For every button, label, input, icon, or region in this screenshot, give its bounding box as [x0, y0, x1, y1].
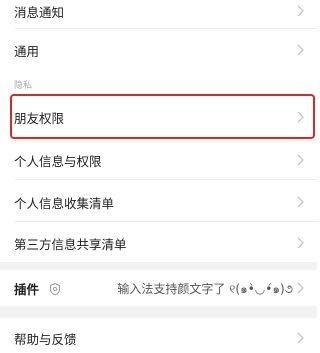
chevron-right-icon	[295, 43, 305, 57]
plugin-icon	[48, 281, 62, 296]
info-collection-row[interactable]: 个人信息收集清单	[0, 180, 317, 221]
settings-screen: 消息通知 通用 隐私 朋友权限 个人信息与权限 个人信息收集清单 第三方信息共享…	[0, 0, 317, 353]
third-party-row[interactable]: 第三方信息共享清单	[0, 222, 317, 262]
chevron-right-icon	[295, 331, 305, 345]
general-label: 通用	[14, 44, 40, 59]
messages-row[interactable]: 消息通知	[0, 0, 317, 28]
section-gap	[0, 262, 317, 270]
chevron-right-icon	[295, 4, 305, 18]
info-collection-label: 个人信息收集清单	[14, 196, 115, 211]
messages-label: 消息通知	[14, 5, 65, 20]
section-gap	[0, 306, 317, 318]
plugins-value: 输入法支持颜文字了 ୧(๑•̀◡•́๑)૭	[117, 282, 293, 296]
general-row[interactable]: 通用	[0, 29, 317, 70]
chevron-right-icon	[295, 153, 305, 167]
help-feedback-row[interactable]: 帮助与反馈	[0, 318, 317, 353]
plugins-row[interactable]: 插件 输入法支持颜文字了 ୧(๑•̀◡•́๑)૭	[0, 270, 317, 306]
chevron-right-icon	[295, 281, 305, 295]
privacy-section: 隐私	[0, 70, 317, 94]
chevron-right-icon	[295, 110, 305, 124]
privacy-section-header: 隐私	[14, 81, 33, 91]
plugins-label: 插件	[14, 282, 40, 297]
friend-permissions-label: 朋友权限	[14, 111, 65, 126]
personal-info-label: 个人信息与权限	[14, 154, 102, 169]
third-party-label: 第三方信息共享清单	[14, 237, 127, 252]
chevron-right-icon	[295, 195, 305, 209]
personal-info-row[interactable]: 个人信息与权限	[0, 141, 317, 179]
friend-permissions-row[interactable]: 朋友权限	[0, 94, 317, 139]
help-feedback-label: 帮助与反馈	[14, 332, 77, 347]
chevron-right-icon	[295, 236, 305, 250]
